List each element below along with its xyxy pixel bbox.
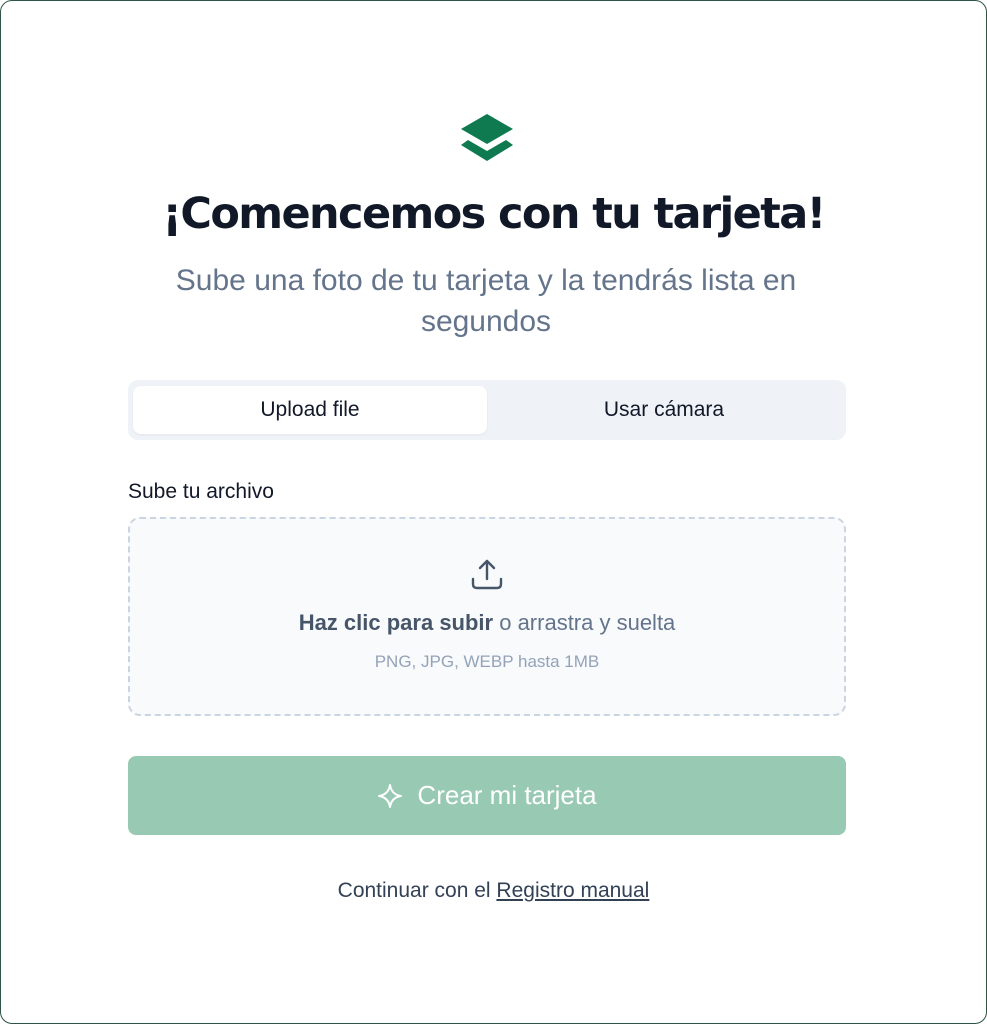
tab-usar-camara[interactable]: Usar cámara <box>487 386 841 434</box>
source-tabs: Upload file Usar cámara <box>128 380 846 440</box>
tab-upload-file[interactable]: Upload file <box>133 386 487 434</box>
dropzone-instructions: Haz clic para subir o arrastra y suelta <box>130 610 844 636</box>
file-dropzone[interactable]: Haz clic para subir o arrastra y suelta … <box>128 517 846 716</box>
sparkle-icon <box>378 783 403 808</box>
manual-registration-prompt: Continuar con el Registro manual <box>1 879 986 903</box>
click-to-upload-text[interactable]: Haz clic para subir <box>299 610 493 635</box>
footer-prefix-text: Continuar con el <box>337 879 497 902</box>
upload-icon <box>471 559 503 590</box>
manual-registration-link[interactable]: Registro manual <box>496 879 649 902</box>
drag-drop-text: o arrastra y suelta <box>493 610 676 635</box>
file-type-hint: PNG, JPG, WEBP hasta 1MB <box>374 652 600 671</box>
create-card-button[interactable]: Crear mi tarjeta <box>128 756 846 835</box>
upload-field-label: Sube tu archivo <box>128 480 274 503</box>
page-subtitle: Sube una foto de tu tarjeta y la tendrás… <box>175 264 797 338</box>
create-card-label: Crear mi tarjeta <box>417 780 597 810</box>
layers-icon <box>461 114 513 161</box>
page-title: ¡Comencemos con tu tarjeta! <box>162 189 826 239</box>
onboarding-card: ¡Comencemos con tu tarjeta! Sube una fot… <box>0 0 987 1024</box>
